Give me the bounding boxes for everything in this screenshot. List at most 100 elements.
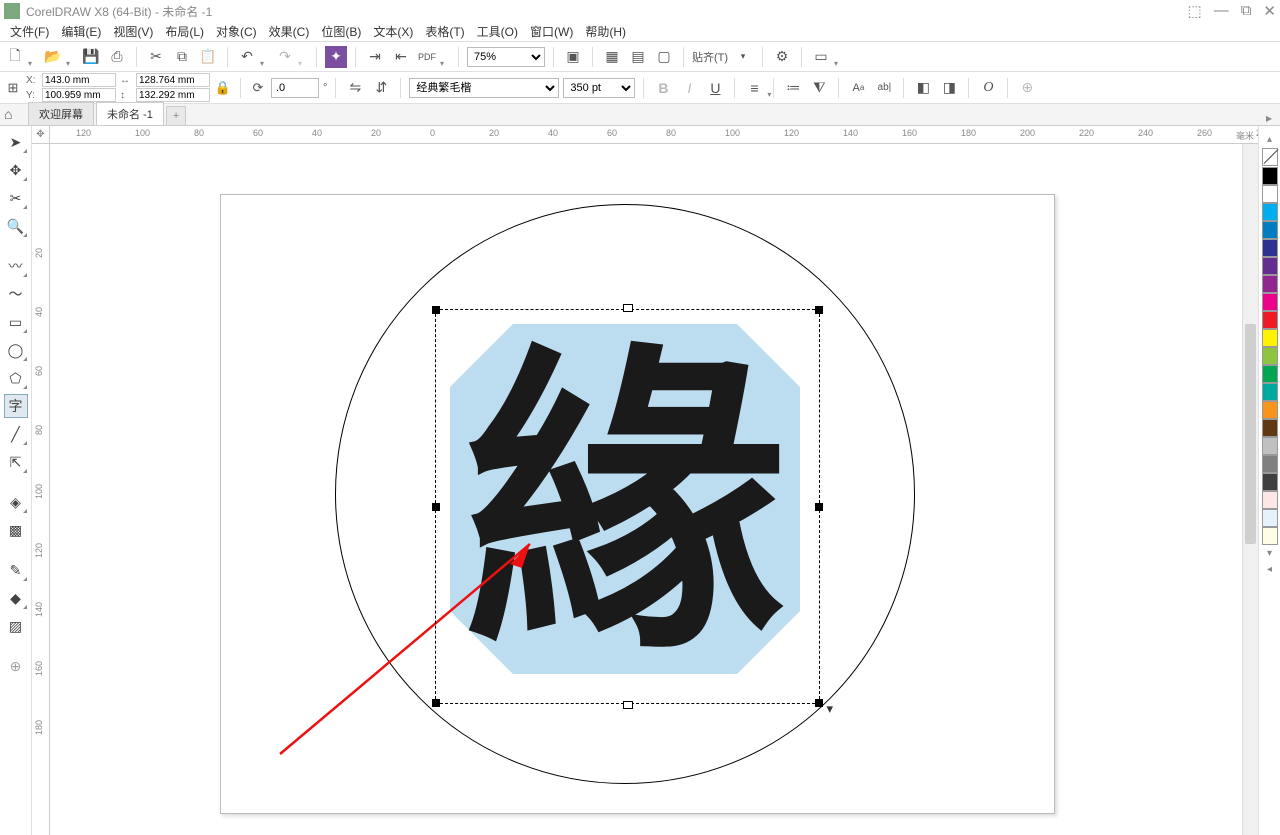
mirror-horizontal-button[interactable]: ⇋ — [344, 77, 366, 99]
menu-effects[interactable]: 效果(C) — [265, 21, 314, 42]
parallel-dimension-tool[interactable]: ╱ — [4, 422, 28, 446]
show-grid-button[interactable]: ▤ — [627, 46, 649, 68]
minimize-button[interactable]: — — [1214, 2, 1229, 20]
color-swatch[interactable] — [1262, 221, 1278, 239]
color-swatch[interactable] — [1262, 491, 1278, 509]
handle-e[interactable] — [815, 503, 823, 511]
freehand-tool[interactable]: 〰 — [4, 254, 28, 278]
tab-welcome[interactable]: 欢迎屏幕 — [28, 102, 94, 125]
menu-help[interactable]: 帮助(H) — [581, 21, 630, 42]
redo-button[interactable]: ↷ — [274, 46, 296, 68]
width-input[interactable] — [136, 73, 210, 87]
show-rulers-button[interactable]: ▦ — [601, 46, 623, 68]
handle-sw[interactable] — [432, 699, 440, 707]
handle-w[interactable] — [432, 503, 440, 511]
add-button[interactable]: ⊕ — [1016, 77, 1038, 99]
color-swatch[interactable] — [1262, 167, 1278, 185]
crop-tool[interactable]: ✂ — [4, 186, 28, 210]
menu-text[interactable]: 文本(X) — [369, 21, 417, 42]
paste-button[interactable]: 📋 — [197, 46, 219, 68]
menu-object[interactable]: 对象(C) — [212, 21, 261, 42]
snap-label[interactable]: 贴齐(T) — [692, 49, 728, 65]
handle-nw[interactable] — [432, 306, 440, 314]
handle-s[interactable] — [623, 701, 633, 709]
color-swatch[interactable] — [1262, 311, 1278, 329]
menu-tools[interactable]: 工具(O) — [473, 21, 522, 42]
close-button[interactable]: ✕ — [1263, 2, 1276, 20]
color-swatch[interactable] — [1262, 365, 1278, 383]
color-swatch[interactable] — [1262, 455, 1278, 473]
color-swatch[interactable] — [1262, 293, 1278, 311]
color-swatch[interactable] — [1262, 275, 1278, 293]
fullscreen-preview-button[interactable]: ▣ — [562, 46, 584, 68]
handle-ne[interactable] — [815, 306, 823, 314]
text-align-button[interactable]: ≡ — [743, 77, 765, 99]
color-swatch[interactable] — [1262, 257, 1278, 275]
tab-document[interactable]: 未命名 -1 — [96, 102, 164, 125]
underline-button[interactable]: U — [704, 77, 726, 99]
drop-cap-button[interactable]: ⧨ — [808, 77, 830, 99]
font-name-select[interactable]: 经典繁毛楷 — [409, 78, 559, 98]
scrollbar-thumb[interactable] — [1245, 324, 1256, 544]
selection-bbox[interactable]: ▾ — [435, 309, 820, 704]
interactive-fill-tool[interactable]: ◆ — [4, 586, 28, 610]
artistic-media-tool[interactable]: 〜 — [4, 282, 28, 306]
color-swatch[interactable] — [1262, 329, 1278, 347]
interactive-opentype-button[interactable]: O — [977, 77, 999, 99]
export-button[interactable]: ⇤ — [390, 46, 412, 68]
handle-se[interactable] — [815, 699, 823, 707]
connector-tool[interactable]: ⇱ — [4, 450, 28, 474]
color-swatch[interactable] — [1262, 239, 1278, 257]
palette-scroll-up-icon[interactable]: ▴ — [1267, 134, 1272, 145]
align-left-button[interactable]: ◧ — [912, 77, 934, 99]
edit-text-button[interactable]: ab| — [873, 77, 895, 99]
import-button[interactable]: ⇥ — [364, 46, 386, 68]
color-swatch[interactable] — [1262, 383, 1278, 401]
search-content-button[interactable]: ✦ — [325, 46, 347, 68]
palette-flyout-icon[interactable]: ◂ — [1267, 564, 1272, 575]
color-swatch[interactable] — [1262, 419, 1278, 437]
ruler-origin[interactable]: ✥ — [32, 126, 50, 144]
color-swatch[interactable] — [1262, 473, 1278, 491]
polygon-tool[interactable]: ⬠ — [4, 366, 28, 390]
show-guidelines-button[interactable]: ▢ — [653, 46, 675, 68]
vertical-scrollbar[interactable] — [1242, 144, 1258, 835]
cut-button[interactable]: ✂ — [145, 46, 167, 68]
menu-bitmap[interactable]: 位图(B) — [317, 21, 365, 42]
ruler-vertical[interactable]: 20406080100120140160180 — [32, 144, 50, 835]
ellipse-tool[interactable]: ◯ — [4, 338, 28, 362]
copy-button[interactable]: ⧉ — [171, 46, 193, 68]
snap-dropdown-icon[interactable]: ▾ — [732, 46, 754, 68]
text-overflow-icon[interactable]: ▾ — [826, 701, 833, 717]
font-size-select[interactable]: 350 pt — [563, 78, 635, 98]
height-input[interactable] — [136, 88, 210, 102]
shape-tool[interactable]: ✥ — [4, 158, 28, 182]
rectangle-tool[interactable]: ▭ — [4, 310, 28, 334]
color-swatch[interactable] — [1262, 203, 1278, 221]
y-input[interactable] — [42, 88, 116, 102]
canvas-area[interactable]: ✥ 毫米 12010080604020020406080100120140160… — [32, 126, 1258, 835]
bold-button[interactable]: B — [652, 77, 674, 99]
palette-scroll-down-icon[interactable]: ▾ — [1267, 548, 1272, 559]
lock-ratio-button[interactable]: 🔒 — [214, 74, 232, 102]
zoom-tool[interactable]: 🔍 — [4, 214, 28, 238]
new-document-button[interactable]: 🗋 — [4, 46, 26, 68]
color-swatch[interactable] — [1262, 527, 1278, 545]
ruler-horizontal[interactable]: 毫米 1201008060402002040608010012014016018… — [50, 126, 1258, 144]
pick-tool[interactable]: ➤ — [4, 130, 28, 154]
home-icon[interactable]: ⌂ — [4, 106, 12, 122]
menu-window[interactable]: 窗口(W) — [526, 21, 577, 42]
color-swatch[interactable] — [1262, 401, 1278, 419]
tab-scroll-right-icon[interactable]: ▸ — [1258, 111, 1280, 125]
color-swatch[interactable] — [1262, 185, 1278, 203]
zoom-level-select[interactable]: 75% — [467, 47, 545, 67]
swatch-none[interactable] — [1262, 148, 1278, 166]
menu-view[interactable]: 视图(V) — [109, 21, 157, 42]
menu-file[interactable]: 文件(F) — [6, 21, 53, 42]
window-help-icon[interactable]: ⬚ — [1188, 2, 1202, 20]
bullet-list-button[interactable]: ≔ — [782, 77, 804, 99]
drop-shadow-tool[interactable]: ◈ — [4, 490, 28, 514]
save-button[interactable]: 💾 — [80, 46, 102, 68]
character-formatting-button[interactable]: Aa — [847, 77, 869, 99]
options-button[interactable]: ⚙ — [771, 46, 793, 68]
